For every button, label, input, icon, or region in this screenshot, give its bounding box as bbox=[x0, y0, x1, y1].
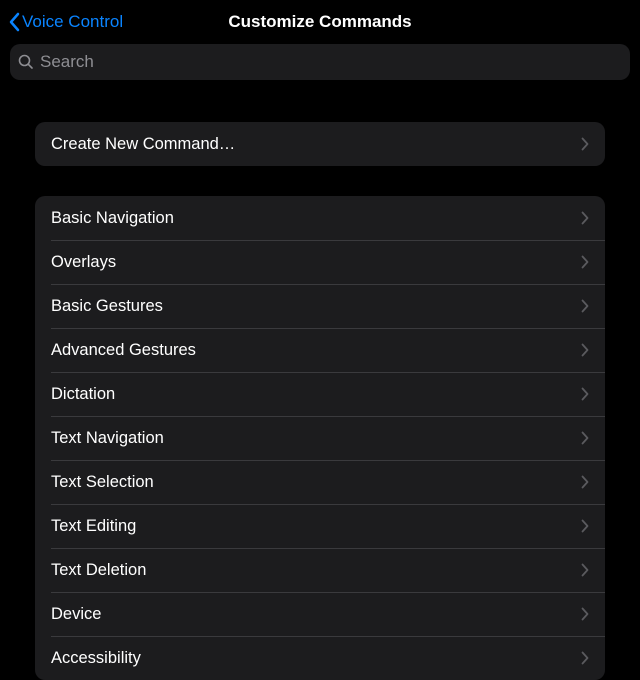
category-label: Text Deletion bbox=[51, 561, 146, 580]
search-input[interactable] bbox=[40, 52, 622, 72]
header: Voice Control Customize Commands bbox=[0, 0, 640, 44]
chevron-right-icon bbox=[581, 607, 589, 621]
chevron-right-icon bbox=[581, 299, 589, 313]
category-label: Overlays bbox=[51, 253, 116, 272]
category-row-overlays[interactable]: Overlays bbox=[35, 240, 605, 284]
category-row-dictation[interactable]: Dictation bbox=[35, 372, 605, 416]
category-row-basic-gestures[interactable]: Basic Gestures bbox=[35, 284, 605, 328]
back-button-label: Voice Control bbox=[22, 12, 123, 32]
back-button[interactable]: Voice Control bbox=[8, 0, 123, 44]
category-row-advanced-gestures[interactable]: Advanced Gestures bbox=[35, 328, 605, 372]
create-new-command-label: Create New Command… bbox=[51, 135, 235, 154]
category-row-text-editing[interactable]: Text Editing bbox=[35, 504, 605, 548]
page-title: Customize Commands bbox=[228, 12, 411, 32]
category-label: Text Navigation bbox=[51, 429, 164, 448]
create-command-group: Create New Command… bbox=[35, 122, 605, 166]
category-row-accessibility[interactable]: Accessibility bbox=[35, 636, 605, 680]
category-row-device[interactable]: Device bbox=[35, 592, 605, 636]
categories-group: Basic Navigation Overlays Basic Gestures Ad… bbox=[35, 196, 605, 680]
chevron-right-icon bbox=[581, 255, 589, 269]
category-label: Advanced Gestures bbox=[51, 341, 196, 360]
category-row-text-selection[interactable]: Text Selection bbox=[35, 460, 605, 504]
chevron-right-icon bbox=[581, 343, 589, 357]
category-label: Basic Navigation bbox=[51, 209, 174, 228]
chevron-right-icon bbox=[581, 475, 589, 489]
category-row-text-navigation[interactable]: Text Navigation bbox=[35, 416, 605, 460]
category-row-basic-navigation[interactable]: Basic Navigation bbox=[35, 196, 605, 240]
search-bar[interactable] bbox=[10, 44, 630, 80]
category-label: Accessibility bbox=[51, 649, 141, 668]
create-new-command-row[interactable]: Create New Command… bbox=[35, 122, 605, 166]
category-label: Device bbox=[51, 605, 101, 624]
category-label: Basic Gestures bbox=[51, 297, 163, 316]
chevron-left-icon bbox=[8, 12, 20, 32]
chevron-right-icon bbox=[581, 431, 589, 445]
chevron-right-icon bbox=[581, 563, 589, 577]
search-icon bbox=[18, 54, 34, 70]
chevron-right-icon bbox=[581, 519, 589, 533]
category-row-text-deletion[interactable]: Text Deletion bbox=[35, 548, 605, 592]
chevron-right-icon bbox=[581, 211, 589, 225]
chevron-right-icon bbox=[581, 651, 589, 665]
category-label: Text Editing bbox=[51, 517, 136, 536]
category-label: Dictation bbox=[51, 385, 115, 404]
chevron-right-icon bbox=[581, 387, 589, 401]
chevron-right-icon bbox=[581, 137, 589, 151]
category-label: Text Selection bbox=[51, 473, 154, 492]
